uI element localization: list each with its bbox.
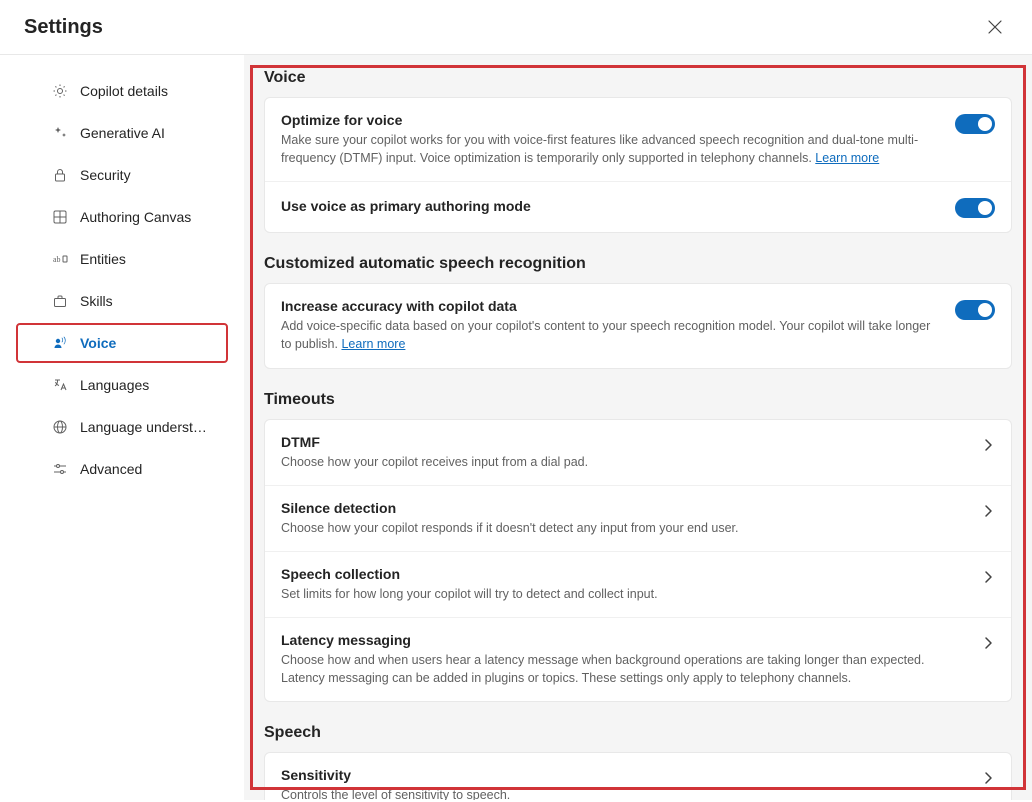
sidebar: Copilot details Generative AI Security A… <box>0 55 244 800</box>
sidebar-item-lang-understanding[interactable]: Language understandi… <box>16 407 228 447</box>
lock-icon <box>52 167 68 183</box>
chevron-right-icon <box>981 438 995 452</box>
languages-icon <box>52 377 68 393</box>
sensitivity-body: Sensitivity Controls the level of sensit… <box>281 767 965 800</box>
increase-accuracy-body: Increase accuracy with copilot data Add … <box>281 298 939 353</box>
dtmf-row[interactable]: DTMF Choose how your copilot receives in… <box>265 420 1011 485</box>
optimize-voice-toggle[interactable] <box>955 114 995 134</box>
primary-authoring-body: Use voice as primary authoring mode <box>281 196 939 216</box>
increase-accuracy-row: Increase accuracy with copilot data Add … <box>265 284 1011 367</box>
globe-icon <box>52 419 68 435</box>
speech-collection-body: Speech collection Set limits for how lon… <box>281 566 965 603</box>
latency-messaging-row[interactable]: Latency messaging Choose how and when us… <box>265 617 1011 701</box>
page-title: Settings <box>24 16 103 39</box>
sidebar-item-security[interactable]: Security <box>16 155 228 195</box>
learn-more-link[interactable]: Learn more <box>341 337 405 351</box>
silence-detection-desc: Choose how your copilot responds if it d… <box>281 519 965 537</box>
sidebar-item-label: Language understandi… <box>80 419 210 435</box>
optimize-voice-body: Optimize for voice Make sure your copilo… <box>281 112 939 167</box>
speech-card: Sensitivity Controls the level of sensit… <box>264 752 1012 800</box>
voice-card: Optimize for voice Make sure your copilo… <box>264 97 1012 233</box>
chevron-right-icon <box>981 636 995 650</box>
latency-messaging-title: Latency messaging <box>281 632 965 648</box>
sidebar-item-entities[interactable]: ab Entities <box>16 239 228 279</box>
speech-collection-title: Speech collection <box>281 566 965 582</box>
section-title-timeouts: Timeouts <box>264 391 1012 409</box>
gear-icon <box>52 83 68 99</box>
dtmf-title: DTMF <box>281 434 965 450</box>
latency-messaging-desc: Choose how and when users hear a latency… <box>281 651 965 687</box>
section-title-speech: Speech <box>264 724 1012 742</box>
primary-authoring-toggle[interactable] <box>955 198 995 218</box>
silence-detection-row[interactable]: Silence detection Choose how your copilo… <box>265 485 1011 551</box>
sensitivity-title: Sensitivity <box>281 767 965 783</box>
optimize-voice-desc: Make sure your copilot works for you wit… <box>281 131 939 167</box>
dtmf-desc: Choose how your copilot receives input f… <box>281 453 965 471</box>
svg-text:ab: ab <box>53 255 61 264</box>
silence-detection-title: Silence detection <box>281 500 965 516</box>
chevron-right-icon <box>981 504 995 518</box>
sidebar-item-languages[interactable]: Languages <box>16 365 228 405</box>
increase-accuracy-title: Increase accuracy with copilot data <box>281 298 939 314</box>
timeouts-card: DTMF Choose how your copilot receives in… <box>264 419 1012 703</box>
sidebar-item-authoring-canvas[interactable]: Authoring Canvas <box>16 197 228 237</box>
primary-authoring-row: Use voice as primary authoring mode <box>265 181 1011 232</box>
increase-accuracy-toggle[interactable] <box>955 300 995 320</box>
sidebar-item-advanced[interactable]: Advanced <box>16 449 228 489</box>
entities-icon: ab <box>52 251 68 267</box>
sidebar-item-copilot-details[interactable]: Copilot details <box>16 71 228 111</box>
sidebar-item-generative-ai[interactable]: Generative AI <box>16 113 228 153</box>
speech-collection-desc: Set limits for how long your copilot wil… <box>281 585 965 603</box>
silence-detection-body: Silence detection Choose how your copilo… <box>281 500 965 537</box>
sidebar-item-label: Advanced <box>80 461 142 477</box>
optimize-voice-title: Optimize for voice <box>281 112 939 128</box>
sidebar-item-skills[interactable]: Skills <box>16 281 228 321</box>
sidebar-item-label: Generative AI <box>80 125 165 141</box>
sidebar-item-label: Languages <box>80 377 149 393</box>
chevron-right-icon <box>981 771 995 785</box>
sliders-icon <box>52 461 68 477</box>
sidebar-item-label: Skills <box>80 293 113 309</box>
sidebar-item-label: Entities <box>80 251 126 267</box>
canvas-icon <box>52 209 68 225</box>
sidebar-item-label: Security <box>80 167 131 183</box>
close-button[interactable] <box>982 14 1008 40</box>
increase-accuracy-desc: Add voice-specific data based on your co… <box>281 317 939 353</box>
voice-icon <box>52 335 68 351</box>
learn-more-link[interactable]: Learn more <box>815 151 879 165</box>
optimize-voice-row: Optimize for voice Make sure your copilo… <box>265 98 1011 181</box>
sparkle-icon <box>52 125 68 141</box>
sidebar-item-label: Authoring Canvas <box>80 209 191 225</box>
sensitivity-row[interactable]: Sensitivity Controls the level of sensit… <box>265 753 1011 800</box>
sidebar-item-label: Copilot details <box>80 83 168 99</box>
settings-body: Copilot details Generative AI Security A… <box>0 55 1032 800</box>
primary-authoring-title: Use voice as primary authoring mode <box>281 196 939 216</box>
dtmf-body: DTMF Choose how your copilot receives in… <box>281 434 965 471</box>
chevron-right-icon <box>981 570 995 584</box>
latency-messaging-body: Latency messaging Choose how and when us… <box>281 632 965 687</box>
speech-collection-row[interactable]: Speech collection Set limits for how lon… <box>265 551 1011 617</box>
settings-header: Settings <box>0 0 1032 55</box>
briefcase-icon <box>52 293 68 309</box>
main-content: Voice Optimize for voice Make sure your … <box>244 55 1032 800</box>
sidebar-item-voice[interactable]: Voice <box>16 323 228 363</box>
casr-card: Increase accuracy with copilot data Add … <box>264 283 1012 368</box>
section-title-casr: Customized automatic speech recognition <box>264 255 1012 273</box>
section-title-voice: Voice <box>264 69 1012 87</box>
sensitivity-desc: Controls the level of sensitivity to spe… <box>281 786 965 800</box>
sidebar-item-label: Voice <box>80 335 116 351</box>
close-icon <box>988 20 1002 34</box>
